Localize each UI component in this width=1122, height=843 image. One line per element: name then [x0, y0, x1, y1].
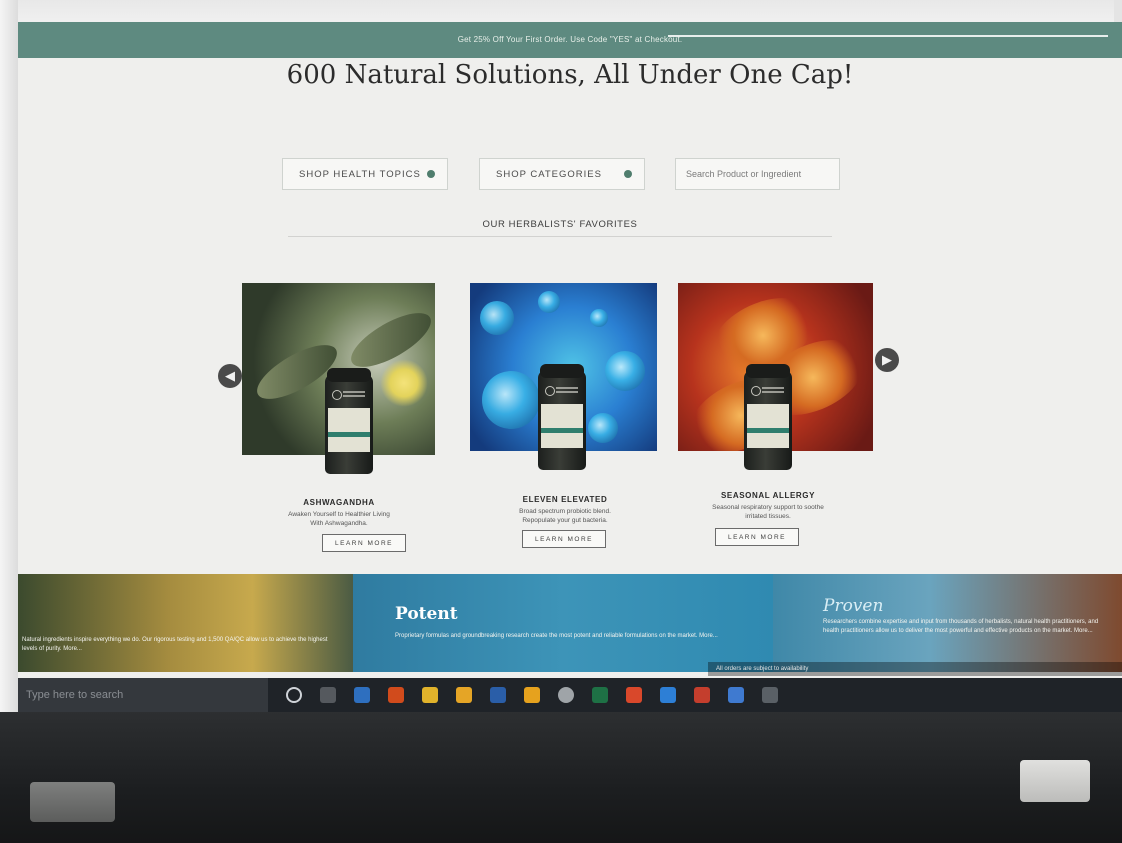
product-bottle-eleven-elevated [538, 364, 586, 470]
status-bar: All orders are subject to availability [708, 662, 1122, 676]
promo-banner[interactable]: Get 25% Off Your First Order. Use Code "… [18, 22, 1122, 58]
product-description: Seasonal respiratory support to soothe i… [712, 504, 824, 520]
feature-strip-pure[interactable]: Natural ingredients inspire everything w… [18, 574, 353, 672]
product-bottle-seasonal-allergy [744, 364, 792, 470]
shop-categories-button[interactable]: SHOP CATEGORIES [479, 158, 645, 190]
app-icon[interactable] [558, 687, 574, 703]
outlook-icon[interactable] [354, 687, 370, 703]
file-explorer-icon[interactable] [422, 687, 438, 703]
feature-strip-potent[interactable]: Potent Proprietary formulas and groundbr… [353, 574, 773, 672]
firefox-icon[interactable] [388, 687, 404, 703]
laptop-base [0, 712, 1122, 843]
product-description: Awaken Yourself to Healthier Living With… [288, 511, 390, 527]
laptop-hinge-left [30, 782, 115, 822]
feature-strip-proven[interactable]: Proven Researchers combine expertise and… [773, 574, 1122, 672]
feature-proven-title: Proven [823, 596, 884, 616]
product-description: Broad spectrum probiotic blend. Repopula… [519, 508, 611, 524]
laptop-hinge-right [1020, 760, 1090, 802]
cortana-icon[interactable] [286, 687, 302, 703]
excel-icon[interactable] [592, 687, 608, 703]
learn-more-button[interactable]: LEARN MORE [715, 528, 799, 546]
shop-health-topics-label: SHOP HEALTH TOPICS [299, 168, 421, 180]
dropdown-dot-icon [427, 170, 435, 178]
chrome-icon[interactable] [456, 687, 472, 703]
carousel-next-arrow-icon[interactable]: ▶ [875, 348, 899, 372]
taskbar-search-placeholder: Type here to search [26, 689, 124, 701]
learn-more-button[interactable]: LEARN MORE [322, 534, 406, 552]
product-search-input[interactable]: Search Product or Ingredient [675, 158, 840, 190]
page-headline: 600 Natural Solutions, All Under One Cap… [286, 60, 854, 90]
power-bi-icon[interactable] [524, 687, 540, 703]
product-bottle-ashwagandha [325, 368, 373, 474]
product-name: SEASONAL ALLERGY [720, 491, 816, 500]
windows-taskbar: Type here to search [18, 678, 1122, 712]
carousel-prev-arrow-icon[interactable]: ◀ [218, 364, 242, 388]
powerpoint-icon[interactable] [694, 687, 710, 703]
learn-more-button[interactable]: LEARN MORE [522, 530, 606, 548]
feature-pure-text: Natural ingredients inspire everything w… [22, 637, 328, 652]
browser-screen: Get 25% Off Your First Order. Use Code "… [18, 22, 1122, 712]
favorites-heading: OUR HERBALISTS' FAVORITES [482, 219, 638, 230]
feature-potent-text: Proprietary formulas and groundbreaking … [395, 633, 718, 639]
shop-health-topics-button[interactable]: SHOP HEALTH TOPICS [282, 158, 448, 190]
promo-text: Get 25% Off Your First Order. Use Code "… [457, 35, 683, 44]
app-icon[interactable] [762, 687, 778, 703]
shop-categories-label: SHOP CATEGORIES [496, 168, 602, 180]
search-placeholder: Search Product or Ingredient [686, 169, 802, 179]
feature-potent-title: Potent [395, 604, 458, 624]
favorites-divider [288, 236, 832, 237]
dropdown-dot-icon [624, 170, 632, 178]
skype-icon[interactable] [660, 687, 676, 703]
taskbar-search-input[interactable]: Type here to search [18, 678, 268, 712]
task-view-icon[interactable] [320, 687, 336, 703]
product-name: ELEVEN ELEVATED [522, 495, 608, 504]
product-name: ASHWAGANDHA [303, 498, 375, 507]
feature-proven-text: Researchers combine expertise and input … [823, 619, 1099, 634]
app-icon[interactable] [626, 687, 642, 703]
word-icon[interactable] [490, 687, 506, 703]
app-icon[interactable] [728, 687, 744, 703]
